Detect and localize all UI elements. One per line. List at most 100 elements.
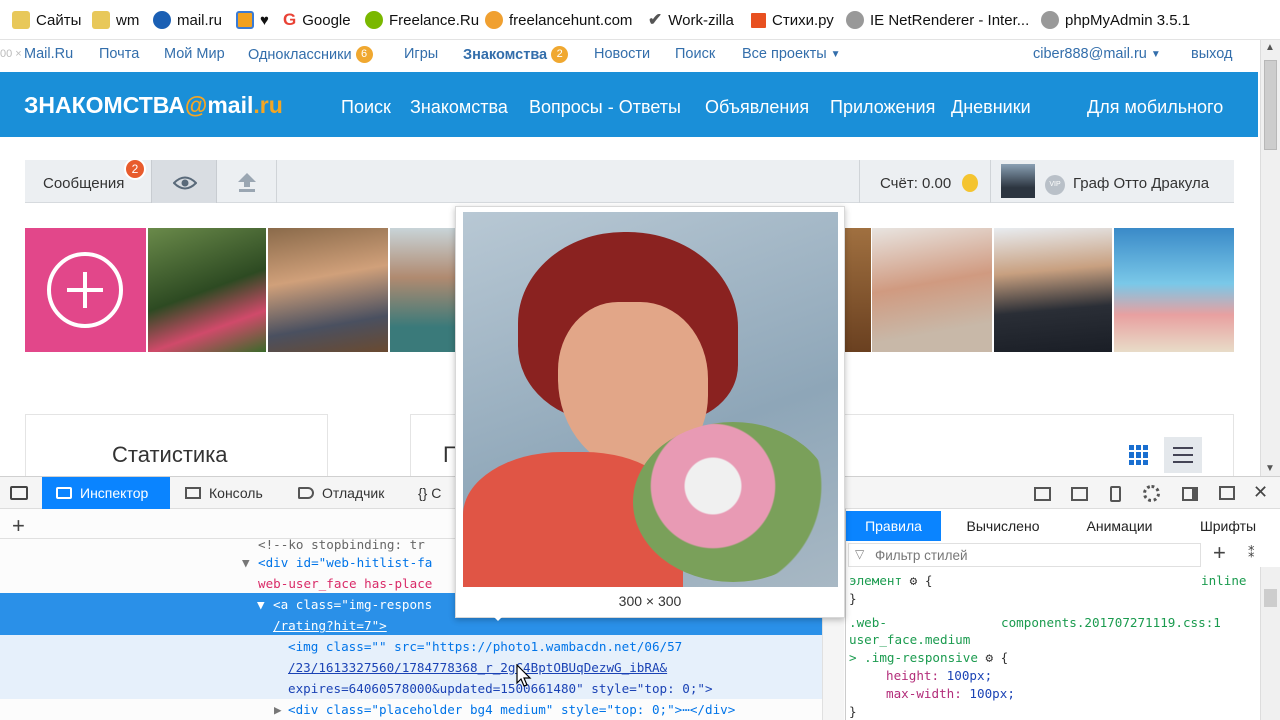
- tab-fonts[interactable]: Шрифты: [1176, 511, 1280, 541]
- scrollbar-thumb[interactable]: [1264, 60, 1277, 150]
- scroll-down-arrow[interactable]: ▼: [1265, 463, 1275, 474]
- logout-link[interactable]: выход: [1191, 46, 1232, 62]
- tab-console[interactable]: Консоль: [185, 477, 263, 509]
- toggle-classes-icon[interactable]: ⁑: [1248, 545, 1255, 561]
- phone-icon[interactable]: [1110, 486, 1121, 502]
- nav-znakomstva[interactable]: Знакомства 2: [463, 46, 569, 63]
- screenshot-icon[interactable]: [1071, 487, 1088, 501]
- portal-nav: 00 × Mail.Ru Почта Мой Мир Одноклассники…: [0, 40, 1260, 72]
- stats-card: Статистика: [25, 414, 328, 484]
- code-line[interactable]: /23/1613327560/1784778368_r_2gC4BptOBUqD…: [288, 660, 667, 675]
- header-nav-mobile[interactable]: Для мобильного: [1087, 97, 1223, 118]
- debugger-icon: [298, 487, 314, 499]
- user-menu[interactable]: ciber888@mail.ru ▼: [1033, 46, 1161, 62]
- rule-property[interactable]: height: 100px;: [886, 668, 992, 683]
- gear-icon[interactable]: [1143, 485, 1160, 502]
- bookmark-phpmyadmin[interactable]: phpMyAdmin 3.5.1: [1041, 9, 1190, 31]
- bookmark-heart[interactable]: ♥: [236, 9, 269, 31]
- header-nav-qa[interactable]: Вопросы - Ответы: [529, 97, 681, 118]
- messages-button[interactable]: Сообщения 2: [25, 158, 151, 203]
- header-nav-ads[interactable]: Объявления: [705, 97, 809, 118]
- photo-thumb[interactable]: [268, 228, 388, 352]
- nav-odnoklassniki[interactable]: Одноклассники 6: [248, 46, 373, 63]
- bookmark-wm[interactable]: wm: [92, 9, 139, 31]
- rule-source-link[interactable]: components.201707271119.css:1: [1001, 615, 1221, 630]
- raise-button[interactable]: [217, 160, 277, 203]
- code-line[interactable]: ▼ <a class="img-respons: [257, 597, 432, 612]
- scrollbar-thumb[interactable]: [1264, 589, 1277, 607]
- header-nav-apps[interactable]: Приложения: [830, 97, 935, 118]
- header-nav-search[interactable]: Поиск: [341, 97, 391, 118]
- console-icon: [185, 487, 201, 499]
- photo-thumb[interactable]: [994, 228, 1112, 352]
- code-line[interactable]: ▶ <div class="placeholder bg4 medium" sty…: [274, 702, 735, 717]
- photo-thumb[interactable]: [845, 228, 871, 352]
- separate-window-icon[interactable]: [1219, 486, 1235, 500]
- code-line[interactable]: expires=64060578000&updated=1500661480" …: [288, 681, 713, 696]
- nav-moy-mir[interactable]: Мой Мир: [164, 46, 225, 62]
- bookmark-freelance[interactable]: Freelance.Ru: [365, 9, 479, 31]
- tab-debugger[interactable]: Отладчик: [298, 477, 384, 509]
- bookmark-workzilla[interactable]: ✔ Work-zilla: [648, 9, 734, 31]
- nav-all-projects[interactable]: Все проекты ▼: [742, 46, 841, 62]
- add-rule-icon[interactable]: +: [1213, 540, 1226, 566]
- nav-news[interactable]: Новости: [594, 46, 650, 62]
- vip-badge: VIP: [1045, 175, 1065, 195]
- rule-property[interactable]: max-width: 100px;: [886, 686, 1015, 701]
- expand-arrow-icon[interactable]: ▼: [242, 555, 250, 570]
- bookmark-stihi[interactable]: Стихи.ру: [751, 9, 834, 31]
- code-line[interactable]: <img class="" src="https://photo1.wambac…: [288, 639, 682, 654]
- expand-arrow-icon[interactable]: ▶: [274, 702, 282, 717]
- photo-thumb[interactable]: [390, 228, 456, 352]
- header-nav-diaries[interactable]: Дневники: [951, 97, 1031, 118]
- globe-icon: [846, 11, 864, 29]
- photo-thumb[interactable]: [872, 228, 992, 352]
- element-picker-icon[interactable]: [10, 486, 28, 500]
- bookmark-google[interactable]: G Google: [283, 9, 351, 31]
- bookmark-mailru[interactable]: mail.ru: [153, 9, 222, 31]
- grid-view-icon[interactable]: [1129, 445, 1149, 465]
- tab-rules[interactable]: Правила: [846, 511, 941, 541]
- rules-scrollbar[interactable]: [1260, 567, 1280, 720]
- rule-inline[interactable]: inline: [1201, 573, 1247, 588]
- page-scrollbar[interactable]: ▲ ▼: [1260, 40, 1280, 476]
- mailru-icon: [153, 11, 171, 29]
- balance-button[interactable]: Счёт: 0.00: [859, 160, 990, 203]
- nav-mailru[interactable]: Mail.Ru: [24, 46, 73, 62]
- bookmark-netrenderer[interactable]: IE NetRenderer - Inter...: [846, 9, 1029, 31]
- profile-button[interactable]: VIP Граф Отто Дракула: [990, 160, 1234, 203]
- ok-badge: 6: [355, 46, 373, 63]
- guests-button[interactable]: [151, 160, 217, 203]
- preview-image: [463, 212, 838, 587]
- close-icon[interactable]: ✕: [1253, 482, 1268, 503]
- code-line[interactable]: /rating?hit=7">: [273, 618, 387, 633]
- nav-pochta[interactable]: Почта: [99, 46, 139, 62]
- style-filter-input[interactable]: ▽ Фильтр стилей: [848, 543, 1201, 567]
- tooltip-arrow: [486, 609, 510, 621]
- site-logo[interactable]: ЗНАКОМСТВА@mail.ru: [24, 92, 283, 119]
- tab-computed[interactable]: Вычислено: [943, 511, 1063, 541]
- image-size-label: 300 × 300: [618, 593, 682, 609]
- tab-inspector[interactable]: Инспектор: [42, 477, 170, 509]
- expand-arrow-icon[interactable]: ▼: [257, 597, 265, 612]
- tab-animations[interactable]: Анимации: [1063, 511, 1176, 541]
- plus-circle-icon: [47, 252, 123, 328]
- code-line[interactable]: ▼ <div id="web-hitlist-fa: [242, 555, 432, 570]
- mouse-cursor-icon: [516, 664, 532, 687]
- bookmark-freelancehunt[interactable]: freelancehunt.com: [485, 9, 632, 31]
- nav-games[interactable]: Игры: [404, 46, 438, 62]
- tab-style-editor[interactable]: {} С: [418, 477, 441, 509]
- dock-side-icon[interactable]: [1182, 487, 1198, 501]
- photo-thumb[interactable]: [148, 228, 266, 352]
- header-nav-znakomstva[interactable]: Знакомства: [410, 97, 508, 118]
- coin-icon: [962, 174, 978, 192]
- scroll-up-arrow[interactable]: ▲: [1265, 42, 1275, 53]
- photo-thumb[interactable]: [1114, 228, 1234, 352]
- responsive-mode-icon[interactable]: [1034, 487, 1051, 501]
- rule-element: элемент ⚙ {: [849, 573, 933, 588]
- add-photo-tile[interactable]: [25, 228, 146, 352]
- list-view-icon[interactable]: [1164, 437, 1202, 473]
- bookmark-sites[interactable]: Сайты: [12, 9, 81, 31]
- nav-search[interactable]: Поиск: [675, 46, 715, 62]
- code-line[interactable]: web-user_face has-place: [258, 576, 432, 591]
